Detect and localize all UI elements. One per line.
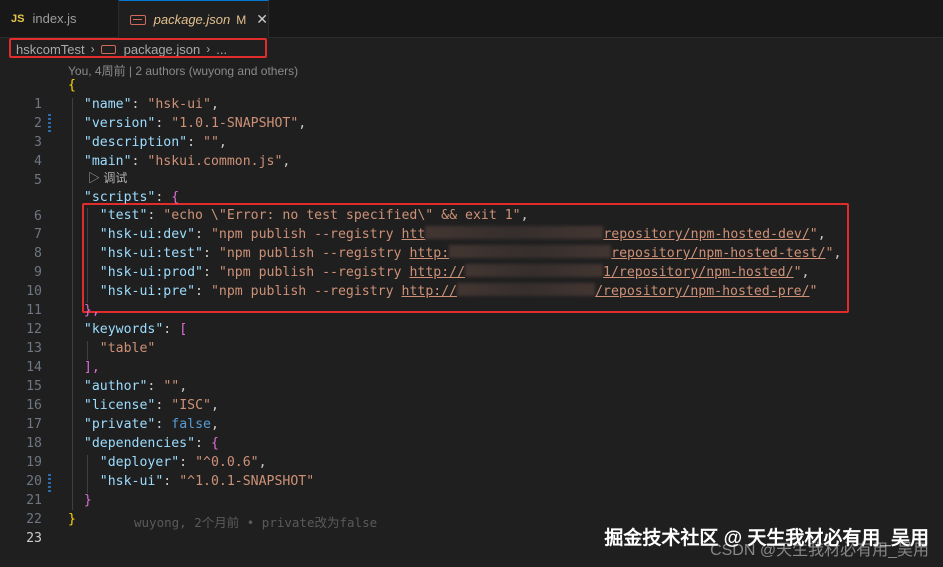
- tab-index-js[interactable]: JS index.js: [0, 0, 119, 37]
- code-line[interactable]: 5 "main": "hskui.common.js",: [0, 152, 943, 188]
- json-value: "npm publish --registry http: repository/…: [218, 245, 834, 261]
- json-key: "private": [83, 417, 156, 432]
- code-line[interactable]: 11 "hsk-ui:pre": "npm publish --registry…: [0, 282, 943, 318]
- code-line[interactable]: 4 "description": "",: [0, 133, 943, 169]
- json-key: "main": [83, 154, 132, 169]
- codelens-debug[interactable]: ▷ 调试: [88, 169, 127, 186]
- code-line[interactable]: 15 ],: [0, 358, 943, 394]
- tab-package-json[interactable]: package.json M ✕: [119, 0, 269, 38]
- json-value: "echo \"Error: no test specified\" && ex…: [163, 208, 521, 223]
- brace: }: [83, 493, 92, 508]
- tab-bar: JS index.js package.json M ✕: [0, 0, 943, 38]
- code-line[interactable]: 13 "keywords": [: [0, 320, 943, 356]
- redacted-host: [457, 283, 596, 296]
- json-value: "^0.0.6": [195, 455, 259, 470]
- json-value: false: [171, 417, 211, 432]
- watermark-juejin: 掘金技术社区 @ 天生我材必有用_吴用: [604, 528, 929, 549]
- json-key: "deployer": [99, 455, 180, 470]
- json-key: "hsk-ui:dev": [99, 227, 196, 242]
- json-key: "test": [99, 208, 148, 223]
- json-key: "license": [83, 398, 156, 413]
- inline-blame[interactable]: wuyong, 2个月前 • private改为false: [134, 512, 377, 531]
- code-line[interactable]: 6 "scripts": {: [0, 188, 943, 224]
- json-key: "hsk-ui": [99, 474, 164, 489]
- json-value: "": [163, 379, 180, 394]
- code-line[interactable]: 18 "private": false,: [0, 415, 943, 451]
- json-value: "ISC": [171, 398, 211, 413]
- registry-url[interactable]: htt repository/npm-hosted-dev/: [402, 226, 810, 242]
- brace: },: [83, 303, 100, 318]
- json-value: "npm publish --registry http://1/reposit…: [218, 264, 802, 280]
- code-line[interactable]: 9 "hsk-ui:test": "npm publish --registry…: [0, 244, 943, 280]
- code-line[interactable]: 14 "table": [0, 339, 943, 375]
- code-line[interactable]: 22 }: [0, 491, 943, 527]
- json-key: "keywords": [83, 322, 164, 337]
- registry-url[interactable]: http://1/repository/npm-hosted/: [409, 264, 794, 280]
- json-key: "author": [83, 379, 148, 394]
- json-value: "": [203, 135, 219, 150]
- bracket: ],: [83, 360, 100, 375]
- code-line[interactable]: 1 {: [0, 76, 943, 112]
- code-line[interactable]: 17 "license": "ISC",: [0, 396, 943, 432]
- json-file-icon: [130, 14, 146, 25]
- json-key: "description": [83, 135, 188, 150]
- json-value: "table": [99, 341, 156, 356]
- code-line[interactable]: 7 "test": "echo \"Error: no test specifi…: [0, 206, 943, 242]
- code-line[interactable]: 3 "version": "1.0.1-SNAPSHOT",: [0, 114, 943, 150]
- modified-indicator: M: [236, 12, 247, 27]
- registry-url[interactable]: http:///repository/npm-hosted-pre/: [402, 283, 809, 299]
- code-line[interactable]: 20 "deployer": "^0.0.6",: [0, 453, 943, 489]
- json-key: "scripts": [83, 190, 156, 205]
- redacted-host: [465, 264, 604, 277]
- json-value: "^1.0.1-SNAPSHOT": [179, 474, 315, 489]
- json-value: "1.0.1-SNAPSHOT": [171, 116, 299, 131]
- line-number: 23: [26, 531, 42, 546]
- tab-label: index.js: [32, 11, 77, 26]
- code-line[interactable]: 16 "author": "",: [0, 377, 943, 413]
- json-value: "npm publish --registry htt repository/np…: [210, 226, 818, 242]
- json-key: "hsk-ui:test": [99, 246, 203, 261]
- json-key: "dependencies": [83, 436, 196, 451]
- brace: }: [68, 512, 76, 527]
- breadcrumb-highlight-box: [9, 38, 267, 58]
- code-line[interactable]: 8 "hsk-ui:dev": "npm publish --registry …: [0, 225, 943, 261]
- json-value: "hsk-ui": [147, 97, 211, 112]
- code-line[interactable]: 19 "dependencies": {: [0, 434, 943, 470]
- js-file-icon: JS: [11, 12, 25, 25]
- code-line[interactable]: 21 "hsk-ui": "^1.0.1-SNAPSHOT": [0, 472, 943, 508]
- registry-url[interactable]: http: repository/npm-hosted-test/: [409, 245, 826, 261]
- json-key: "name": [83, 97, 132, 112]
- tab-label: package.json: [153, 12, 231, 27]
- close-icon[interactable]: ✕: [256, 11, 268, 28]
- json-value: "hskui.common.js": [147, 154, 283, 169]
- code-line[interactable]: 2 "name": "hsk-ui",: [0, 95, 943, 131]
- redacted-host: [425, 226, 604, 239]
- code-line[interactable]: 12 },: [0, 301, 943, 337]
- brace: {: [68, 78, 76, 93]
- json-value: "npm publish --registry http:///reposito…: [210, 283, 818, 299]
- code-line[interactable]: 10 "hsk-ui:prod": "npm publish --registr…: [0, 263, 943, 299]
- json-key: "version": [83, 116, 156, 131]
- redacted-host: [449, 245, 612, 258]
- json-key: "hsk-ui:prod": [99, 265, 203, 280]
- json-key: "hsk-ui:pre": [99, 284, 196, 299]
